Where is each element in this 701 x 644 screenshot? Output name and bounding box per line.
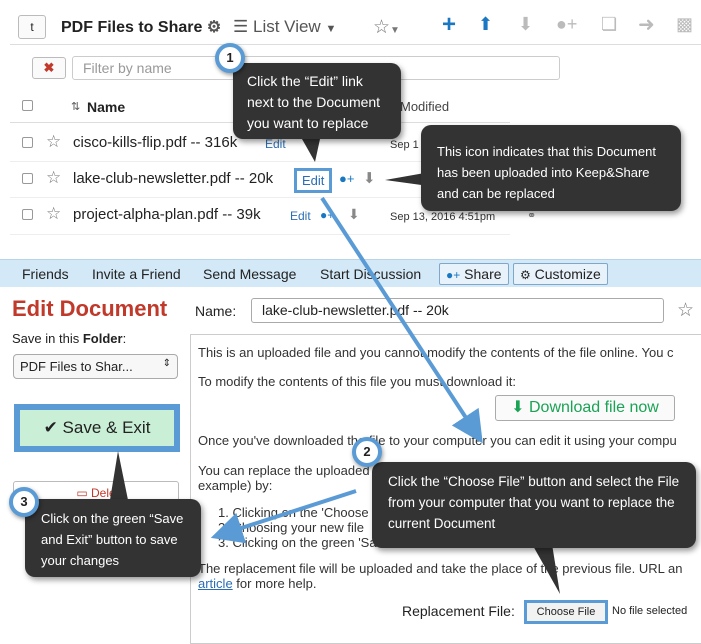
callout-uploaded-icon: This icon indicates that this Document h… xyxy=(421,125,681,211)
step-number-1: 1 xyxy=(215,43,245,73)
callout-2-text: Click the “Choose File” button and selec… xyxy=(388,474,680,531)
pointer-1 xyxy=(302,139,320,162)
callout-1: Click the “Edit” link next to the Docume… xyxy=(233,63,401,139)
arrow-step2-to-list xyxy=(210,489,357,544)
pointer-3 xyxy=(110,451,128,500)
arrow-edit-to-choose xyxy=(320,196,483,444)
pointer-2 xyxy=(532,544,560,594)
callout-3-text: Click on the green “Save and Exit” butto… xyxy=(41,511,184,568)
step-number-2: 2 xyxy=(352,437,382,467)
callout-2: Click the “Choose File” button and selec… xyxy=(372,462,696,548)
callout-1-text: Click the “Edit” link next to the Docume… xyxy=(247,73,381,131)
step-number-3: 3 xyxy=(9,487,39,517)
callout-3: Click on the green “Save and Exit” butto… xyxy=(25,499,201,577)
callout-uploaded-icon-text: This icon indicates that this Document h… xyxy=(437,144,656,201)
